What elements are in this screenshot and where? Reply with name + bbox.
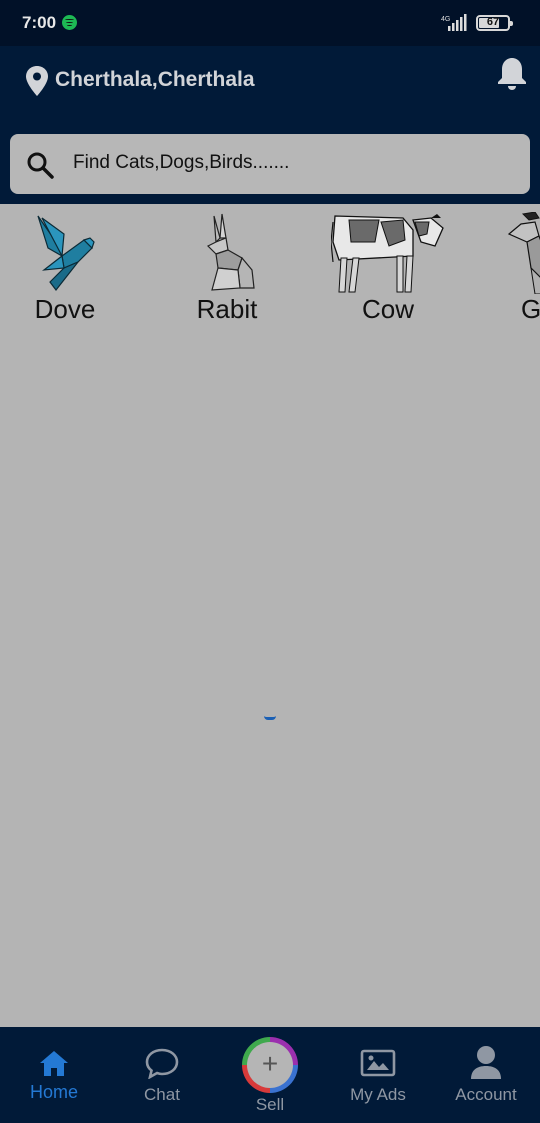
- plus-icon: +: [261, 1048, 279, 1079]
- nav-label: My Ads: [350, 1085, 406, 1104]
- bottom-nav: Home Chat + Sell My Ads Account: [0, 1027, 540, 1123]
- cow-icon: [331, 214, 444, 293]
- sell-button[interactable]: +: [242, 1037, 298, 1093]
- category-rabbit[interactable]: Rabit: [162, 204, 292, 334]
- notification-bell-icon[interactable]: [496, 56, 528, 90]
- battery-level: 67: [486, 16, 500, 28]
- search-icon: [27, 152, 54, 179]
- dove-icon: [37, 215, 95, 291]
- spotify-icon: [62, 15, 77, 30]
- app-header: Cherthala,Cherthala Find Cats,Dogs,Birds…: [0, 46, 540, 204]
- search-box[interactable]: Find Cats,Dogs,Birds.......: [10, 134, 530, 194]
- nav-label: Home: [29, 1082, 78, 1102]
- loading-spinner: [264, 716, 276, 720]
- network-type: 4G: [441, 16, 450, 23]
- sell-label: Sell: [255, 1095, 285, 1114]
- category-label: Cow: [361, 294, 414, 324]
- chat-icon: [145, 1048, 179, 1079]
- nav-chat[interactable]: Chat: [108, 1027, 216, 1123]
- rabbit-icon: [206, 213, 255, 291]
- location-label[interactable]: Cherthala,Cherthala: [55, 68, 255, 92]
- category-list: Dove Rabit Cow G: [0, 204, 540, 334]
- category-label: Dove: [34, 294, 96, 324]
- category-label: G: [521, 294, 540, 324]
- image-icon: [360, 1049, 396, 1077]
- person-icon: [471, 1046, 501, 1079]
- home-icon: [40, 1051, 68, 1076]
- category-label: Rabit: [196, 294, 258, 324]
- nav-my-ads[interactable]: My Ads: [324, 1027, 432, 1123]
- battery-icon: 67: [476, 15, 513, 31]
- nav-account[interactable]: Account: [432, 1027, 540, 1123]
- nav-label: Chat: [144, 1085, 180, 1104]
- search-input[interactable]: Find Cats,Dogs,Birds.......: [73, 152, 289, 174]
- nav-label: Account: [455, 1085, 517, 1104]
- category-goat[interactable]: G: [485, 204, 540, 334]
- location-pin-icon[interactable]: [26, 66, 48, 96]
- status-bar: 7:00 4G 67: [0, 0, 540, 46]
- category-cow[interactable]: Cow: [323, 204, 453, 334]
- nav-home[interactable]: Home: [0, 1027, 108, 1123]
- signal-icon: 4G: [441, 14, 467, 31]
- goat-icon: [507, 212, 540, 294]
- status-time: 7:00: [22, 13, 57, 32]
- category-dove[interactable]: Dove: [0, 204, 130, 334]
